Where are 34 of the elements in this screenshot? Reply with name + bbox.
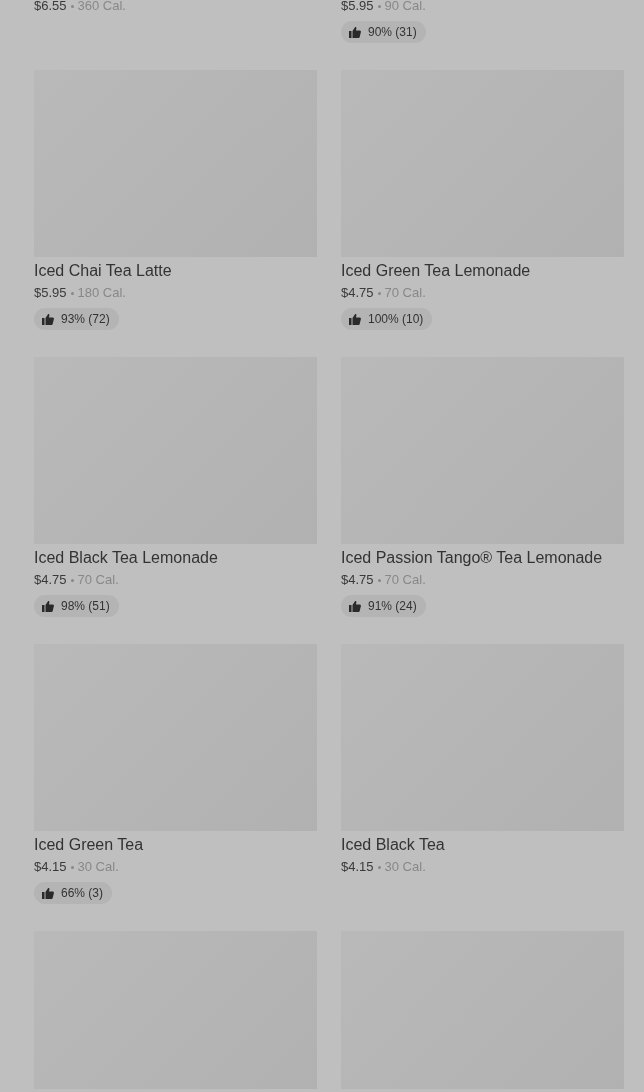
separator-dot (70, 292, 74, 296)
rating-badge: 90% (31) (341, 21, 426, 43)
item-price: $5.95 (34, 285, 67, 300)
item-price: $4.75 (34, 572, 67, 587)
separator-dot (377, 579, 381, 583)
item-name[interactable]: Iced Green Tea Lemonade (341, 259, 624, 283)
separator-dot (377, 5, 381, 9)
thumbs-up-icon (42, 600, 54, 612)
thumbs-up-icon (42, 313, 54, 325)
item-name[interactable]: Iced Black Tea (341, 833, 624, 857)
thumbs-up-icon (349, 600, 361, 612)
item-price: $4.15 (34, 859, 67, 874)
item-price: $4.75 (341, 285, 374, 300)
item-name[interactable]: Iced Passion Tango® Tea Lemonade (341, 546, 624, 570)
item-price: $4.15 (341, 859, 374, 874)
separator-dot (377, 866, 381, 870)
item-price: $4.75 (341, 572, 374, 587)
thumbs-up-icon (349, 313, 361, 325)
thumbs-up-icon (42, 887, 54, 899)
separator-dot (70, 5, 74, 9)
separator-dot (377, 292, 381, 296)
rating-badge: 66% (3) (34, 882, 113, 904)
item-price: $6.55 (34, 0, 67, 13)
thumbs-up-icon (349, 26, 361, 38)
rating-badge: 100% (10) (341, 308, 433, 330)
separator-dot (70, 866, 74, 870)
rating-badge: 93% (72) (34, 308, 119, 330)
item-name[interactable]: Iced Black Tea Lemonade (34, 546, 317, 570)
rating-badge: 98% (51) (34, 595, 119, 617)
item-name[interactable]: Iced Chai Tea Latte (34, 259, 317, 283)
separator-dot (70, 579, 74, 583)
item-name[interactable]: Iced Green Tea (34, 833, 317, 857)
rating-badge: 91% (24) (341, 595, 426, 617)
item-price: $5.95 (341, 0, 374, 13)
